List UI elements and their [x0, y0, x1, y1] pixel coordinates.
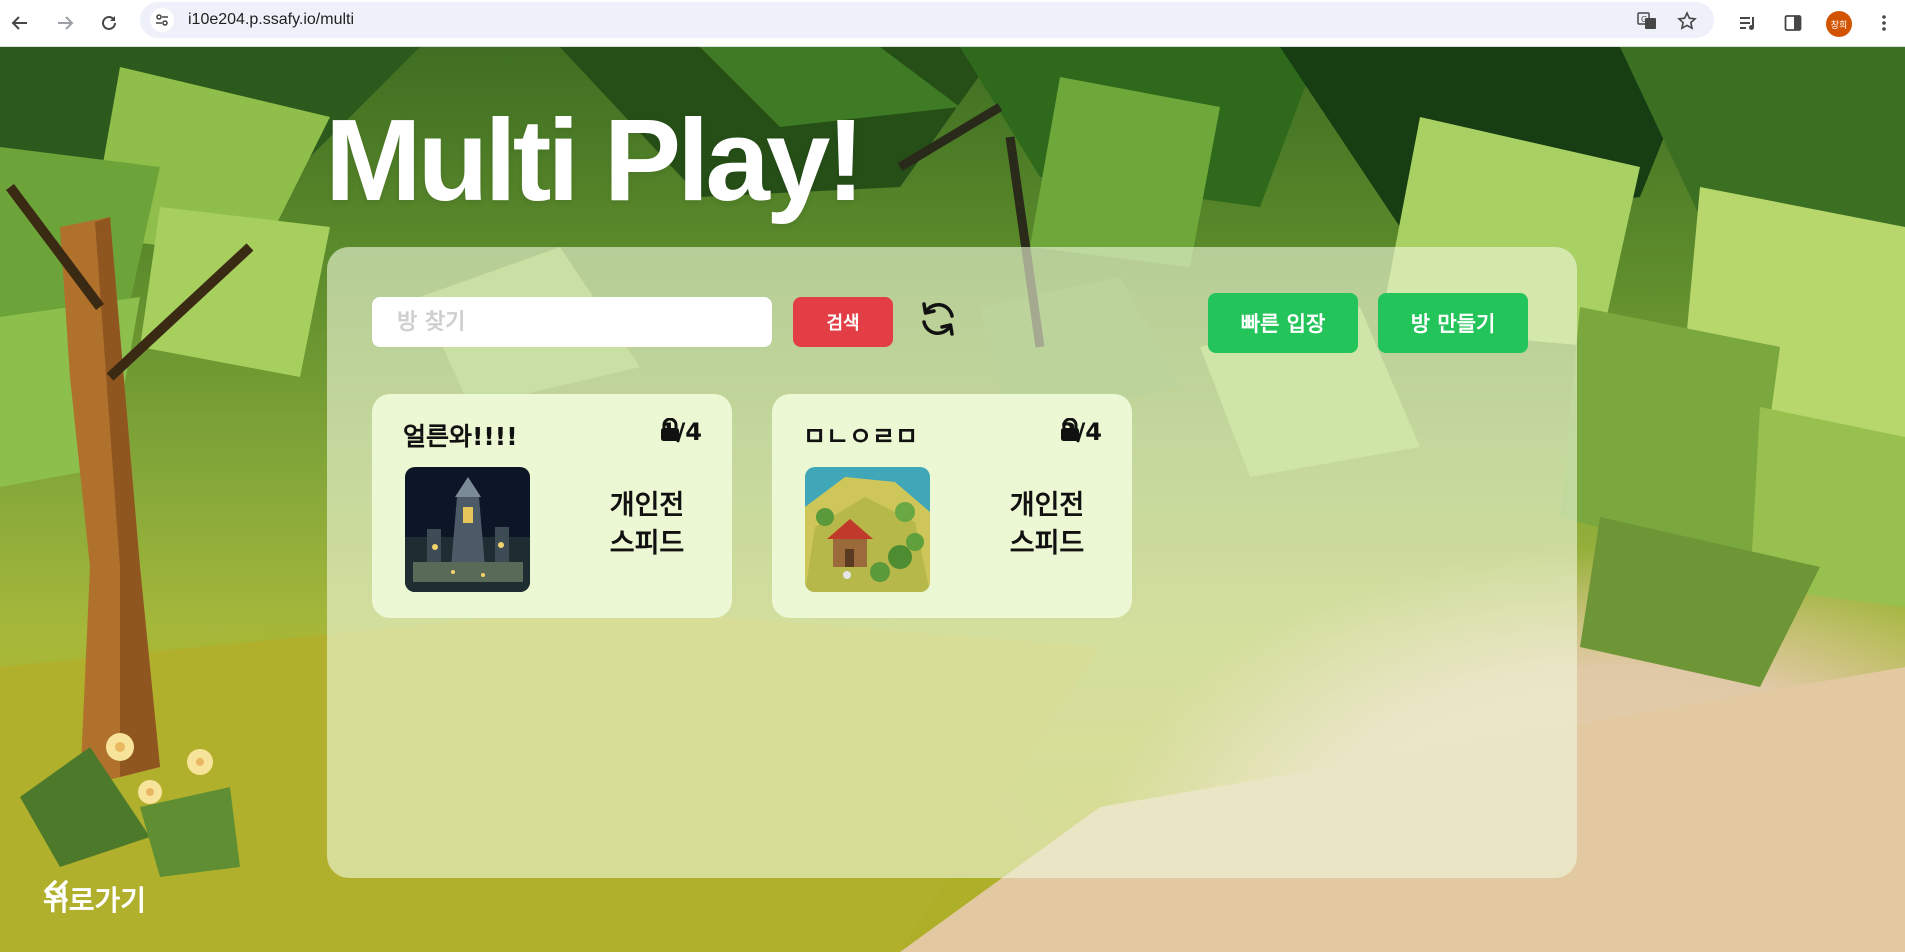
- room-mode: 개인전 스피드: [592, 487, 702, 563]
- create-room-button[interactable]: 방 만들기: [1378, 293, 1528, 353]
- game-type-label: 스피드: [1009, 528, 1085, 559]
- menu-kebab-icon[interactable]: [1869, 8, 1899, 38]
- room-player-count: 1/4: [660, 418, 702, 446]
- search-button[interactable]: 검색: [793, 297, 893, 347]
- back-arrow-icon[interactable]: [5, 8, 35, 38]
- lock-icon: [660, 418, 679, 441]
- room-name: 얼른와!!!!: [403, 422, 518, 451]
- double-chevron-left-icon: [44, 880, 68, 902]
- profile-avatar[interactable]: 창희: [1826, 11, 1852, 37]
- translate-icon[interactable]: G: [1634, 8, 1660, 34]
- forward-arrow-icon[interactable]: [50, 8, 80, 38]
- room-mode: 개인전 스피드: [992, 487, 1102, 563]
- game-mode-label: 개인전: [1009, 490, 1085, 521]
- room-player-count: 3/4: [1060, 418, 1102, 446]
- address-bar[interactable]: i10e204.p.ssafy.io/multi G: [140, 2, 1714, 38]
- svg-text:G: G: [1641, 15, 1647, 24]
- reload-icon[interactable]: [94, 8, 124, 38]
- lock-icon: [1060, 418, 1079, 441]
- bookmark-star-icon[interactable]: [1674, 8, 1700, 34]
- quick-join-button[interactable]: 빠른 입장: [1208, 293, 1358, 353]
- room-search-input[interactable]: [372, 297, 772, 347]
- site-settings-icon[interactable]: [150, 8, 174, 32]
- page-title: Multi Play!: [325, 95, 865, 225]
- game-type-label: 스피드: [609, 528, 685, 559]
- game-mode-label: 개인전: [609, 490, 685, 521]
- room-card[interactable]: ㅁㄴㅇㄹㅁ 3/4 개인전 스피드: [772, 394, 1132, 618]
- refresh-icon[interactable]: [917, 298, 965, 346]
- map-thumbnail-forest-village: [805, 467, 930, 592]
- room-name: ㅁㄴㅇㄹㅁ: [803, 422, 919, 451]
- media-control-icon[interactable]: [1733, 8, 1763, 38]
- room-card[interactable]: 얼른와!!!! 1/4 개인전 스피드: [372, 394, 732, 618]
- room-list-panel: 검색 빠른 입장 방 만들기 얼른와!!!! 1/4: [327, 247, 1577, 878]
- game-background: Multi Play! 검색 빠른 입장 방 만들기 얼른와!!!! 1/4: [0, 47, 1905, 952]
- url-text[interactable]: i10e204.p.ssafy.io/multi: [188, 11, 354, 29]
- map-thumbnail-night-castle: [405, 467, 530, 592]
- side-panel-icon[interactable]: [1778, 8, 1808, 38]
- browser-toolbar: i10e204.p.ssafy.io/multi G 창희: [0, 0, 1905, 47]
- back-link[interactable]: 뒤로가기: [43, 879, 146, 919]
